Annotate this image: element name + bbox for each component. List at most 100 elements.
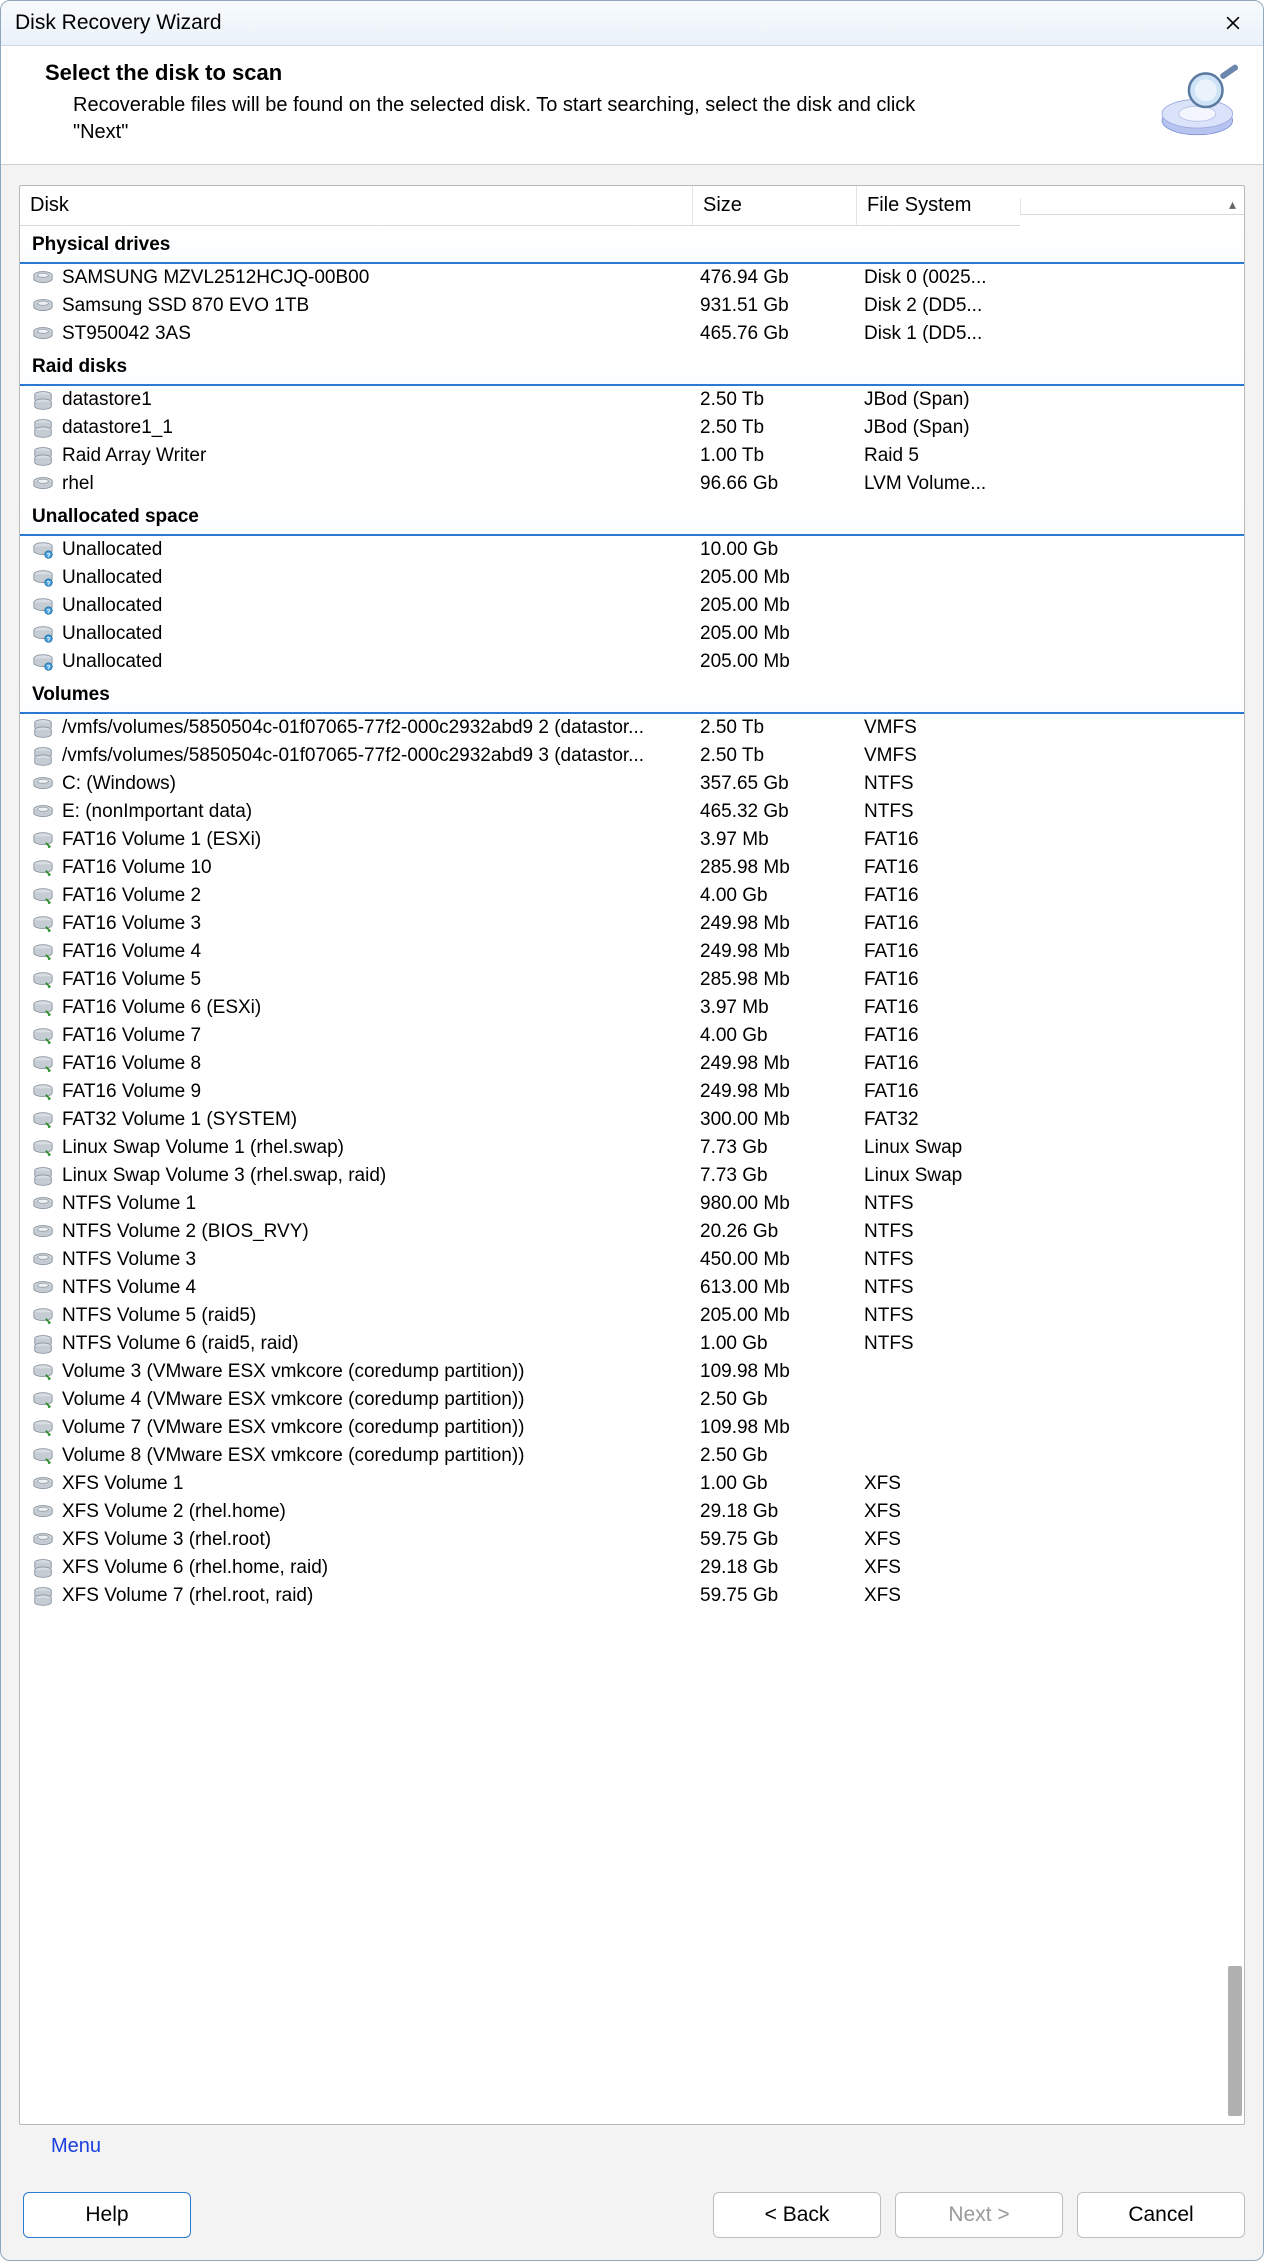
disk-row[interactable]: Samsung SSD 870 EVO 1TB931.51 GbDisk 2 (… <box>20 292 1244 320</box>
disk-row[interactable]: FAT16 Volume 5285.98 MbFAT16 <box>20 966 1244 994</box>
disk-name: Raid Array Writer <box>62 445 206 467</box>
wizard-header: Select the disk to scan Recoverable file… <box>1 46 1263 165</box>
disk-row[interactable]: ST950042 3AS465.76 GbDisk 1 (DD5... <box>20 320 1244 348</box>
vol-icon <box>32 1137 54 1159</box>
disk-name: Linux Swap Volume 3 (rhel.swap, raid) <box>62 1165 386 1187</box>
disk-size: 7.73 Gb <box>692 1165 856 1187</box>
disk-name: Unallocated <box>62 595 162 617</box>
titlebar: Disk Recovery Wizard <box>1 1 1263 46</box>
disk-row[interactable]: datastore1_12.50 TbJBod (Span) <box>20 414 1244 442</box>
disk-row[interactable]: XFS Volume 3 (rhel.root)59.75 GbXFS <box>20 1526 1244 1554</box>
disk-row[interactable]: Volume 3 (VMware ESX vmkcore (coredump p… <box>20 1358 1244 1386</box>
disk-row[interactable]: /vmfs/volumes/5850504c-01f07065-77f2-000… <box>20 714 1244 742</box>
disk-row[interactable]: /vmfs/volumes/5850504c-01f07065-77f2-000… <box>20 742 1244 770</box>
next-button: Next > <box>895 2192 1063 2238</box>
disk-name: NTFS Volume 4 <box>62 1277 196 1299</box>
disk-row[interactable]: Volume 4 (VMware ESX vmkcore (coredump p… <box>20 1386 1244 1414</box>
header-subtext: Recoverable files will be found on the s… <box>45 92 945 146</box>
col-fs[interactable]: File System <box>856 186 1020 226</box>
disk-size: 476.94 Gb <box>692 267 856 289</box>
disk-row[interactable]: Unallocated205.00 Mb <box>20 620 1244 648</box>
vol-icon <box>32 1361 54 1383</box>
disk-row[interactable]: NTFS Volume 2 (BIOS_RVY)20.26 GbNTFS <box>20 1218 1244 1246</box>
disk-row[interactable]: datastore12.50 TbJBod (Span) <box>20 386 1244 414</box>
disk-row[interactable]: FAT16 Volume 6 (ESXi)3.97 MbFAT16 <box>20 994 1244 1022</box>
help-button[interactable]: Help <box>23 2192 191 2238</box>
disk-size: 450.00 Mb <box>692 1249 856 1271</box>
disk-row[interactable]: Raid Array Writer1.00 TbRaid 5 <box>20 442 1244 470</box>
cancel-button[interactable]: Cancel <box>1077 2192 1245 2238</box>
disk-row[interactable]: Volume 7 (VMware ESX vmkcore (coredump p… <box>20 1414 1244 1442</box>
disk-name: ST950042 3AS <box>62 323 191 345</box>
disk-row[interactable]: FAT16 Volume 9249.98 MbFAT16 <box>20 1078 1244 1106</box>
menu-link[interactable]: Menu <box>19 2125 119 2160</box>
disk-row[interactable]: NTFS Volume 5 (raid5)205.00 MbNTFS <box>20 1302 1244 1330</box>
disk-fs: NTFS <box>856 773 1020 795</box>
group-title: Physical drives <box>20 226 1244 264</box>
disk-fs: FAT16 <box>856 969 1020 991</box>
disk-fs: NTFS <box>856 1277 1020 1299</box>
raid-icon <box>32 1165 54 1187</box>
disk-row[interactable]: FAT16 Volume 74.00 GbFAT16 <box>20 1022 1244 1050</box>
disk-size: 205.00 Mb <box>692 623 856 645</box>
vol-icon <box>32 885 54 907</box>
disk-row[interactable]: Linux Swap Volume 3 (rhel.swap, raid) 7.7… <box>20 1162 1244 1190</box>
disk-row[interactable]: NTFS Volume 1980.00 MbNTFS <box>20 1190 1244 1218</box>
col-size[interactable]: Size <box>692 186 856 226</box>
unalloc-icon <box>32 539 54 561</box>
disk-row[interactable]: Unallocated10.00 Gb <box>20 536 1244 564</box>
disk-row[interactable]: FAT16 Volume 24.00 GbFAT16 <box>20 882 1244 910</box>
disk-size: 2.50 Tb <box>692 389 856 411</box>
disk-name: XFS Volume 7 (rhel.root, raid) <box>62 1585 313 1607</box>
disk-row[interactable]: SAMSUNG MZVL2512HCJQ-00B00476.94 GbDisk … <box>20 264 1244 292</box>
disk-row[interactable]: NTFS Volume 6 (raid5, raid)1.00 GbNTFS <box>20 1330 1244 1358</box>
back-button[interactable]: < Back <box>713 2192 881 2238</box>
disk-name: Linux Swap Volume 1 (rhel.swap) <box>62 1137 344 1159</box>
raid-icon <box>32 445 54 467</box>
disk-row[interactable]: FAT16 Volume 4249.98 MbFAT16 <box>20 938 1244 966</box>
disk-size: 4.00 Gb <box>692 885 856 907</box>
magnifier-disk-icon <box>1157 60 1241 144</box>
disk-row[interactable]: NTFS Volume 4613.00 MbNTFS <box>20 1274 1244 1302</box>
scroll-up-icon[interactable]: ▴ <box>1229 196 1236 213</box>
disk-name: rhel <box>62 473 94 495</box>
disk-row[interactable]: XFS Volume 7 (rhel.root, raid)59.75 GbXF… <box>20 1582 1244 1610</box>
scrollbar-thumb[interactable] <box>1228 1966 1242 2116</box>
header-text: Select the disk to scan Recoverable file… <box>45 60 1137 146</box>
disk-row[interactable]: Volume 8 (VMware ESX vmkcore (coredump p… <box>20 1442 1244 1470</box>
disk-size: 2.50 Tb <box>692 745 856 767</box>
close-button[interactable] <box>1217 7 1249 39</box>
disk-name: FAT16 Volume 4 <box>62 941 201 963</box>
disk-row[interactable]: rhel96.66 GbLVM Volume... <box>20 470 1244 498</box>
disk-name: datastore1 <box>62 389 152 411</box>
disk-row[interactable]: XFS Volume 2 (rhel.home)29.18 GbXFS <box>20 1498 1244 1526</box>
raid-icon <box>32 1585 54 1607</box>
disk-row[interactable]: XFS Volume 11.00 GbXFS <box>20 1470 1244 1498</box>
disk-name: FAT16 Volume 6 (ESXi) <box>62 997 261 1019</box>
disk-row[interactable]: Unallocated205.00 Mb <box>20 648 1244 676</box>
disk-name: FAT16 Volume 3 <box>62 913 201 935</box>
disk-row[interactable]: C: (Windows)357.65 GbNTFS <box>20 770 1244 798</box>
disk-fs: XFS <box>856 1501 1020 1523</box>
raid-icon <box>32 717 54 739</box>
disk-row[interactable]: Unallocated205.00 Mb <box>20 564 1244 592</box>
disk-size: 249.98 Mb <box>692 1053 856 1075</box>
vol-icon <box>32 1025 54 1047</box>
disk-row[interactable]: NTFS Volume 3450.00 MbNTFS <box>20 1246 1244 1274</box>
disk-row[interactable]: FAT16 Volume 1 (ESXi)3.97 MbFAT16 <box>20 826 1244 854</box>
col-spare <box>1020 198 1244 215</box>
disk-row[interactable]: XFS Volume 6 (rhel.home, raid)29.18 GbXF… <box>20 1554 1244 1582</box>
disk-size: 249.98 Mb <box>692 913 856 935</box>
hdd-icon <box>32 1529 54 1551</box>
disk-row[interactable]: E: (nonImportant data)465.32 GbNTFS <box>20 798 1244 826</box>
disk-row[interactable]: Linux Swap Volume 1 (rhel.swap)7.73 GbLi… <box>20 1134 1244 1162</box>
disk-row[interactable]: FAT16 Volume 8249.98 MbFAT16 <box>20 1050 1244 1078</box>
disk-row[interactable]: FAT32 Volume 1 (SYSTEM)300.00 MbFAT32 <box>20 1106 1244 1134</box>
disk-row[interactable]: Unallocated205.00 Mb <box>20 592 1244 620</box>
col-disk[interactable]: Disk <box>20 186 692 226</box>
disk-row[interactable]: FAT16 Volume 10285.98 MbFAT16 <box>20 854 1244 882</box>
disk-row[interactable]: FAT16 Volume 3249.98 MbFAT16 <box>20 910 1244 938</box>
vol-icon <box>32 941 54 963</box>
disk-list: Disk Size File System ▴ Physical drivesS… <box>19 185 1245 2125</box>
hdd-icon <box>32 1221 54 1243</box>
